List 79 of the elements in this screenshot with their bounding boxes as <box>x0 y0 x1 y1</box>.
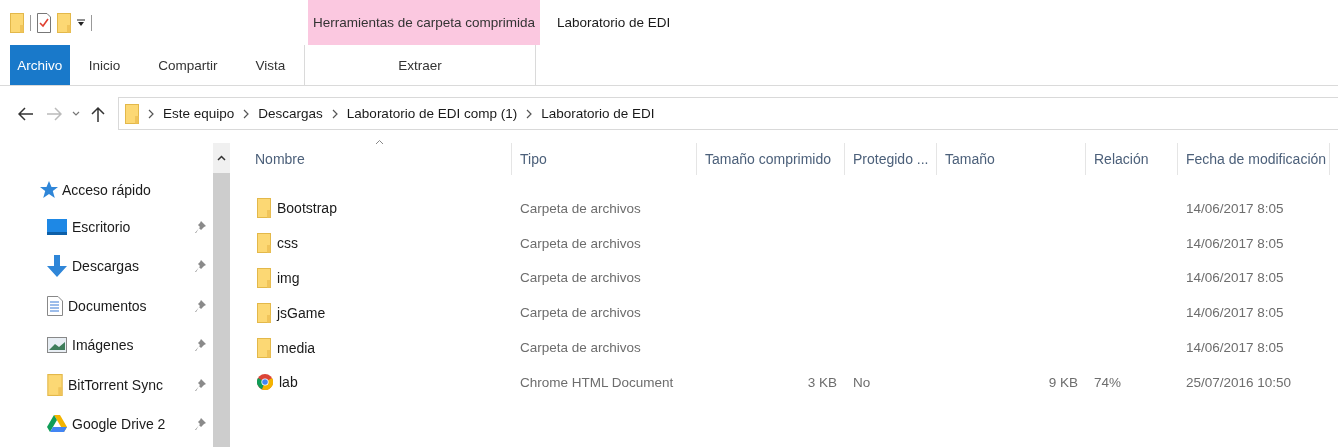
document-icon <box>47 295 63 316</box>
sort-caret-icon <box>375 139 384 145</box>
table-cell-text: Carpeta de archivos <box>519 270 642 286</box>
chrome-icon <box>257 374 273 391</box>
table-cell-text: 3 KB <box>806 374 838 390</box>
column-header[interactable]: Nombre <box>247 143 512 175</box>
pin-icon[interactable] <box>195 298 207 313</box>
column-header[interactable]: Tipo <box>512 143 697 175</box>
table-cell-text: 25/07/2016 10:50 <box>1185 374 1293 390</box>
folder-icon <box>257 233 271 254</box>
pin-icon[interactable] <box>195 417 207 432</box>
breadcrumb[interactable]: Laboratorio de EDI <box>541 106 655 121</box>
pin-icon[interactable] <box>195 219 207 234</box>
file-name[interactable]: css <box>277 235 298 252</box>
caret-up-icon[interactable] <box>217 155 226 161</box>
file-name[interactable]: jsGame <box>277 304 326 321</box>
contextual-tab-group: Herramientas de carpeta comprimida <box>308 0 540 45</box>
ribbon-tab[interactable]: Inicio <box>69 45 140 85</box>
table-cell-text: 14/06/2017 8:05 <box>1185 200 1285 216</box>
table-cell-text: 9 KB <box>1047 374 1079 390</box>
folder-icon <box>125 103 139 124</box>
breadcrumb[interactable]: Este equipo <box>163 106 235 121</box>
folder-icon <box>10 12 24 33</box>
chevron-down-icon[interactable] <box>72 110 80 117</box>
chevron-icon[interactable] <box>330 108 339 119</box>
file-name[interactable]: media <box>277 339 316 356</box>
pin-icon[interactable] <box>195 377 207 392</box>
folder-icon <box>257 198 271 219</box>
chevron-icon[interactable] <box>525 108 534 119</box>
folder-icon <box>57 12 71 33</box>
address-bar[interactable]: Este equipo Descargas Laboratorio de EDI comp (1) Laboratorio de EDI <box>118 97 1338 130</box>
sidebar-item[interactable]: Documentos <box>68 297 190 314</box>
chevron-icon[interactable] <box>147 108 155 119</box>
pin-icon[interactable] <box>195 259 207 274</box>
table-cell-text: No <box>852 374 872 390</box>
column-header[interactable]: Relación <box>1086 143 1178 175</box>
window-title: Laboratorio de EDI <box>556 14 671 32</box>
table-cell-text: 14/06/2017 8:05 <box>1185 340 1285 356</box>
file-tab[interactable]: Archivo <box>10 45 70 85</box>
download-arrow-icon <box>47 255 67 278</box>
desktop-icon <box>47 218 67 235</box>
table-cell-text: Carpeta de archivos <box>519 340 642 356</box>
scrollbar[interactable] <box>213 143 230 447</box>
folder-icon <box>47 373 63 396</box>
image-icon <box>47 337 67 354</box>
ribbon-tab[interactable]: Vista <box>236 45 305 85</box>
table-cell-text: Chrome HTML Document <box>519 374 675 390</box>
column-header[interactable]: Protegido ... <box>845 143 937 175</box>
sidebar-item[interactable]: Google Drive 2 <box>72 416 190 433</box>
folder-icon <box>257 268 271 288</box>
folder-icon <box>257 337 271 358</box>
properties-icon[interactable] <box>37 12 51 33</box>
table-cell-text: 14/06/2017 8:05 <box>1185 305 1285 321</box>
table-cell-text: Carpeta de archivos <box>519 235 642 251</box>
pin-icon[interactable] <box>195 338 207 353</box>
dropdown-arrow-icon[interactable] <box>77 18 85 27</box>
drive-icon <box>47 415 67 434</box>
table-cell-text: Carpeta de archivos <box>519 305 642 321</box>
breadcrumb[interactable]: Descargas <box>258 106 323 121</box>
table-cell-text: 14/06/2017 8:05 <box>1185 270 1285 286</box>
column-header[interactable]: Tamaño comprimido <box>697 143 845 175</box>
table-cell-text: Carpeta de archivos <box>519 200 642 216</box>
file-name[interactable]: Bootstrap <box>277 200 337 217</box>
sidebar-item[interactable]: Descargas <box>72 258 190 275</box>
ribbon-tab[interactable]: Compartir <box>139 45 237 85</box>
chevron-icon[interactable] <box>242 108 251 119</box>
column-header[interactable]: Fecha de modificación <box>1178 143 1330 175</box>
file-name[interactable]: img <box>277 270 300 286</box>
file-name[interactable]: lab <box>279 374 298 391</box>
table-cell-text: 14/06/2017 8:05 <box>1185 235 1285 251</box>
sidebar-header[interactable]: Acceso rápido <box>62 182 213 198</box>
breadcrumb[interactable]: Laboratorio de EDI comp (1) <box>346 106 518 121</box>
folder-icon <box>257 302 271 323</box>
sidebar-item[interactable]: Escritorio <box>72 218 190 235</box>
table-cell-text: 74% <box>1093 374 1123 390</box>
star-icon <box>40 181 58 199</box>
sidebar-item[interactable]: BitTorrent Sync <box>68 376 190 393</box>
column-header[interactable]: Tamaño <box>937 143 1086 175</box>
sidebar-item[interactable]: Imágenes <box>72 337 190 354</box>
